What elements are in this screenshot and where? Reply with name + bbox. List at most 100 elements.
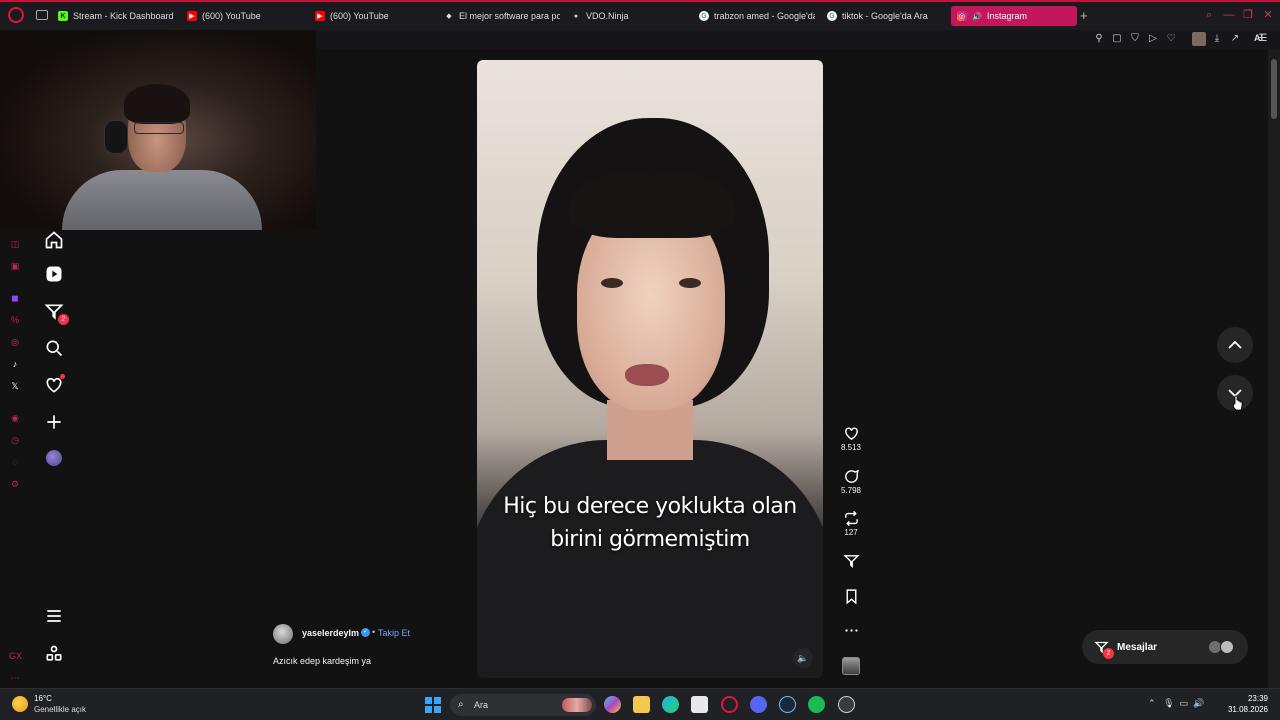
- tab-instagram[interactable]: ◎ 🔊 Instagram: [951, 6, 1077, 26]
- search-icon: ⌕: [458, 699, 464, 710]
- weather-description[interactable]: Genellikle açık: [34, 705, 86, 714]
- messages-icon[interactable]: 2: [44, 302, 69, 325]
- heart-icon[interactable]: ♡: [1164, 32, 1178, 46]
- verified-badge-icon: ✓: [361, 628, 370, 637]
- download-icon[interactable]: ⤓: [1210, 32, 1224, 46]
- tab-google-trabzon[interactable]: G trabzon amed - Google'da: [699, 6, 815, 26]
- notifications-heart-icon[interactable]: [44, 374, 65, 395]
- close-icon[interactable]: ✕: [1262, 9, 1274, 21]
- gx-icon[interactable]: GX: [9, 650, 22, 662]
- ellipsis-icon: [844, 629, 858, 632]
- create-plus-icon[interactable]: [44, 412, 64, 432]
- tab-youtube-1[interactable]: ▶ (600) YouTube: [187, 6, 307, 26]
- twitch-icon[interactable]: ◼: [9, 292, 21, 304]
- microphone-icon[interactable]: 🎙: [1163, 698, 1174, 708]
- previous-reel-button[interactable]: [1217, 327, 1253, 363]
- address-toolbar: ⚲ ▢ ⛉ ▷ ♡ ⤓ ↗ AI ☰: [316, 30, 1280, 49]
- taskbar-search[interactable]: ⌕ Ara: [450, 694, 596, 716]
- messenger-icon[interactable]: ◫: [9, 238, 21, 250]
- save-button[interactable]: [838, 588, 864, 605]
- browser-tab-strip: K Stream - Kick Dashboard ▶ (600) YouTub…: [0, 0, 1280, 30]
- comment-button[interactable]: 5.798: [838, 468, 864, 495]
- search-icon[interactable]: [44, 338, 64, 358]
- search-tabs-icon[interactable]: ⌕: [1203, 9, 1215, 21]
- history-icon[interactable]: ◷: [9, 434, 21, 446]
- profile-avatar[interactable]: [46, 450, 62, 466]
- reel-person-mouth: [625, 364, 669, 386]
- clock-date[interactable]: 31.08.2026: [1226, 705, 1268, 714]
- windows-start-button[interactable]: [425, 697, 441, 713]
- music-icon[interactable]: ▣: [9, 260, 21, 272]
- reel-person-eye: [679, 278, 701, 288]
- store-icon[interactable]: [691, 696, 708, 713]
- page-scrollbar[interactable]: [1268, 49, 1280, 688]
- more-icon[interactable]: ⋯: [9, 672, 21, 684]
- tab-software[interactable]: ◆ El mejor software para pol...: [444, 6, 560, 26]
- follow-button[interactable]: Takip Et: [378, 628, 410, 638]
- reel-video[interactable]: Hiç bu derece yoklukta olan birini görme…: [477, 60, 823, 678]
- reel-subtitle-line: birini görmemiştim: [550, 527, 750, 552]
- menu-icon[interactable]: ☰: [1256, 32, 1270, 46]
- profile-avatar-icon[interactable]: [1192, 32, 1206, 46]
- copilot-icon[interactable]: [604, 696, 621, 713]
- chat-icon[interactable]: ◌: [9, 456, 21, 468]
- clock-time[interactable]: 23:39: [1242, 694, 1268, 703]
- tab-label: El mejor software para pol...: [459, 11, 560, 21]
- player-icon[interactable]: ◉: [9, 412, 21, 424]
- also-from-meta-icon[interactable]: [44, 644, 64, 664]
- x-icon[interactable]: 𝕏: [9, 380, 21, 392]
- spotify-icon[interactable]: [808, 696, 825, 713]
- author-avatar[interactable]: [273, 624, 293, 644]
- author-username[interactable]: yaselerdeylm: [302, 628, 359, 638]
- messages-bubble[interactable]: 2 Mesajlar: [1082, 630, 1248, 664]
- opera-logo-icon[interactable]: [8, 7, 24, 23]
- scrollbar-thumb[interactable]: [1271, 59, 1277, 119]
- reel-subtitle-line: Hiç bu derece yoklukta olan: [503, 494, 797, 519]
- new-tab-button[interactable]: +: [1080, 8, 1088, 23]
- weather-temperature[interactable]: 16°C: [34, 694, 52, 703]
- percent-icon[interactable]: %: [9, 314, 21, 326]
- speaker-icon[interactable]: 🔊: [972, 12, 982, 21]
- tab-youtube-2[interactable]: ▶ (600) YouTube: [315, 6, 435, 26]
- share-button[interactable]: [838, 553, 864, 570]
- system-tray[interactable]: ⌃ 🎙 ▭ 🔊: [1148, 698, 1204, 709]
- tab-google-tiktok[interactable]: G tiktok - Google'da Ara: [827, 6, 943, 26]
- snapshot-icon[interactable]: ▢: [1110, 32, 1124, 46]
- tiktok-icon[interactable]: ♪: [9, 358, 21, 370]
- original-audio-thumbnail[interactable]: [842, 657, 860, 675]
- tab-vdo-ninja[interactable]: ● VDO.Ninja: [571, 6, 691, 26]
- weather-sun-icon[interactable]: [12, 696, 28, 712]
- minimize-icon[interactable]: —: [1223, 9, 1235, 21]
- kick-icon: K: [58, 11, 68, 21]
- opera-gx-icon[interactable]: [721, 696, 738, 713]
- repost-icon: [844, 510, 858, 527]
- like-button[interactable]: 8.513: [838, 425, 864, 452]
- volume-icon[interactable]: 🔊: [1193, 698, 1204, 708]
- repost-count: 127: [844, 528, 858, 537]
- chevron-up-icon[interactable]: ⌃: [1148, 698, 1156, 708]
- youtube-icon: ▶: [187, 11, 197, 21]
- maximize-icon[interactable]: ❐: [1242, 9, 1254, 21]
- steam-icon[interactable]: [779, 696, 796, 713]
- hamburger-menu-icon[interactable]: [44, 606, 64, 626]
- edge-icon[interactable]: [662, 696, 679, 713]
- reel-subtitle: Hiç bu derece yoklukta olan birini görme…: [477, 490, 823, 556]
- home-icon[interactable]: [44, 230, 64, 250]
- mute-button[interactable]: 🔈: [793, 648, 813, 668]
- settings-icon[interactable]: ⚙: [9, 478, 21, 490]
- shield-icon[interactable]: ⛉: [1128, 32, 1142, 46]
- reels-icon[interactable]: [44, 264, 64, 284]
- instagram-icon[interactable]: ◎: [9, 336, 21, 348]
- obs-icon[interactable]: [838, 696, 855, 713]
- more-options-button[interactable]: [838, 622, 864, 639]
- share-icon[interactable]: ↗: [1228, 32, 1242, 46]
- pin-icon[interactable]: ⚲: [1092, 32, 1106, 46]
- file-explorer-icon[interactable]: [633, 696, 650, 713]
- repost-button[interactable]: 127: [838, 510, 864, 537]
- discord-icon[interactable]: [750, 696, 767, 713]
- tab-kick-dashboard[interactable]: K Stream - Kick Dashboard: [58, 6, 178, 26]
- tab-label: Stream - Kick Dashboard: [73, 11, 174, 21]
- workspaces-icon[interactable]: [36, 10, 48, 20]
- display-icon[interactable]: ▭: [1180, 698, 1189, 708]
- send-icon[interactable]: ▷: [1146, 32, 1160, 46]
